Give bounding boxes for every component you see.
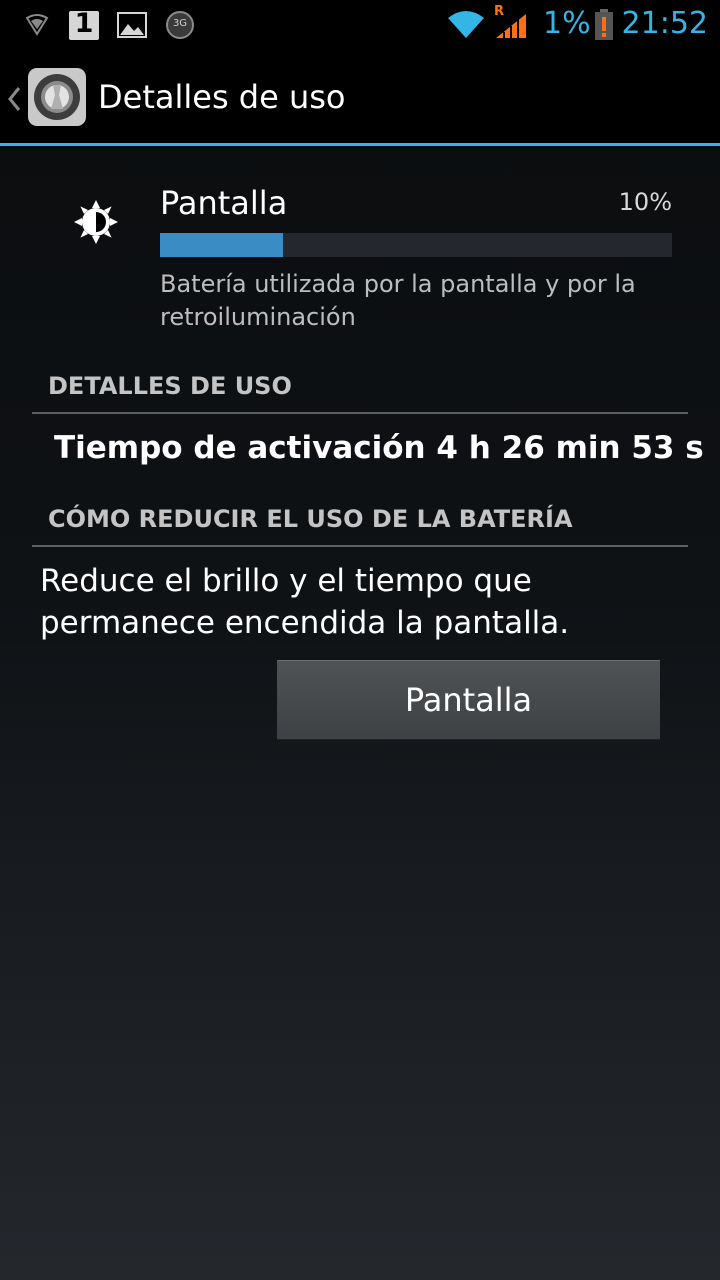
details-section-divider <box>32 412 688 414</box>
image-icon <box>117 12 147 38</box>
usage-percent: 10% <box>618 188 672 216</box>
status-bar: 1 3G R 1% 21:52 <box>0 0 720 50</box>
usage-description: Batería utilizada por la pantalla y por … <box>160 270 636 331</box>
action-bar-divider <box>0 143 720 146</box>
action-bar-title: Detalles de uso <box>98 78 346 116</box>
battery-percent: 1% <box>543 6 591 41</box>
shield-icon <box>25 14 49 36</box>
details-section-header: DETALLES DE USO <box>48 372 292 400</box>
notification-count-icon: 1 <box>69 8 99 40</box>
brightness-icon <box>74 200 118 244</box>
uptime-text: Tiempo de activación 4 h 26 min 53 s <box>54 430 704 466</box>
clock-time: 21:52 <box>621 6 708 41</box>
usage-progress-bar <box>160 233 672 257</box>
up-navigation-button[interactable] <box>0 52 90 142</box>
usage-progress-fill <box>160 233 283 257</box>
battery-usage-details-screen: 1 3G R 1% 21:52 Detalles de uso Pantalla… <box>0 0 720 1280</box>
3g-icon: 3G <box>166 11 194 39</box>
battery-alert-icon <box>595 9 613 40</box>
usage-item-title: Pantalla <box>160 184 288 222</box>
screen-settings-button[interactable]: Pantalla <box>277 660 660 740</box>
wifi-icon <box>448 11 484 38</box>
tips-section-header: CÓMO REDUCIR EL USO DE LA BATERÍA <box>48 505 573 533</box>
tip-text: Reduce el brillo y el tiempo que permane… <box>40 563 570 641</box>
tips-section-divider <box>32 545 688 547</box>
network-type-label: 3G <box>172 18 188 29</box>
back-chevron-icon <box>8 87 21 111</box>
signal-icon <box>496 14 526 38</box>
settings-app-icon <box>28 68 86 126</box>
notification-count-badge: 1 <box>74 8 94 39</box>
